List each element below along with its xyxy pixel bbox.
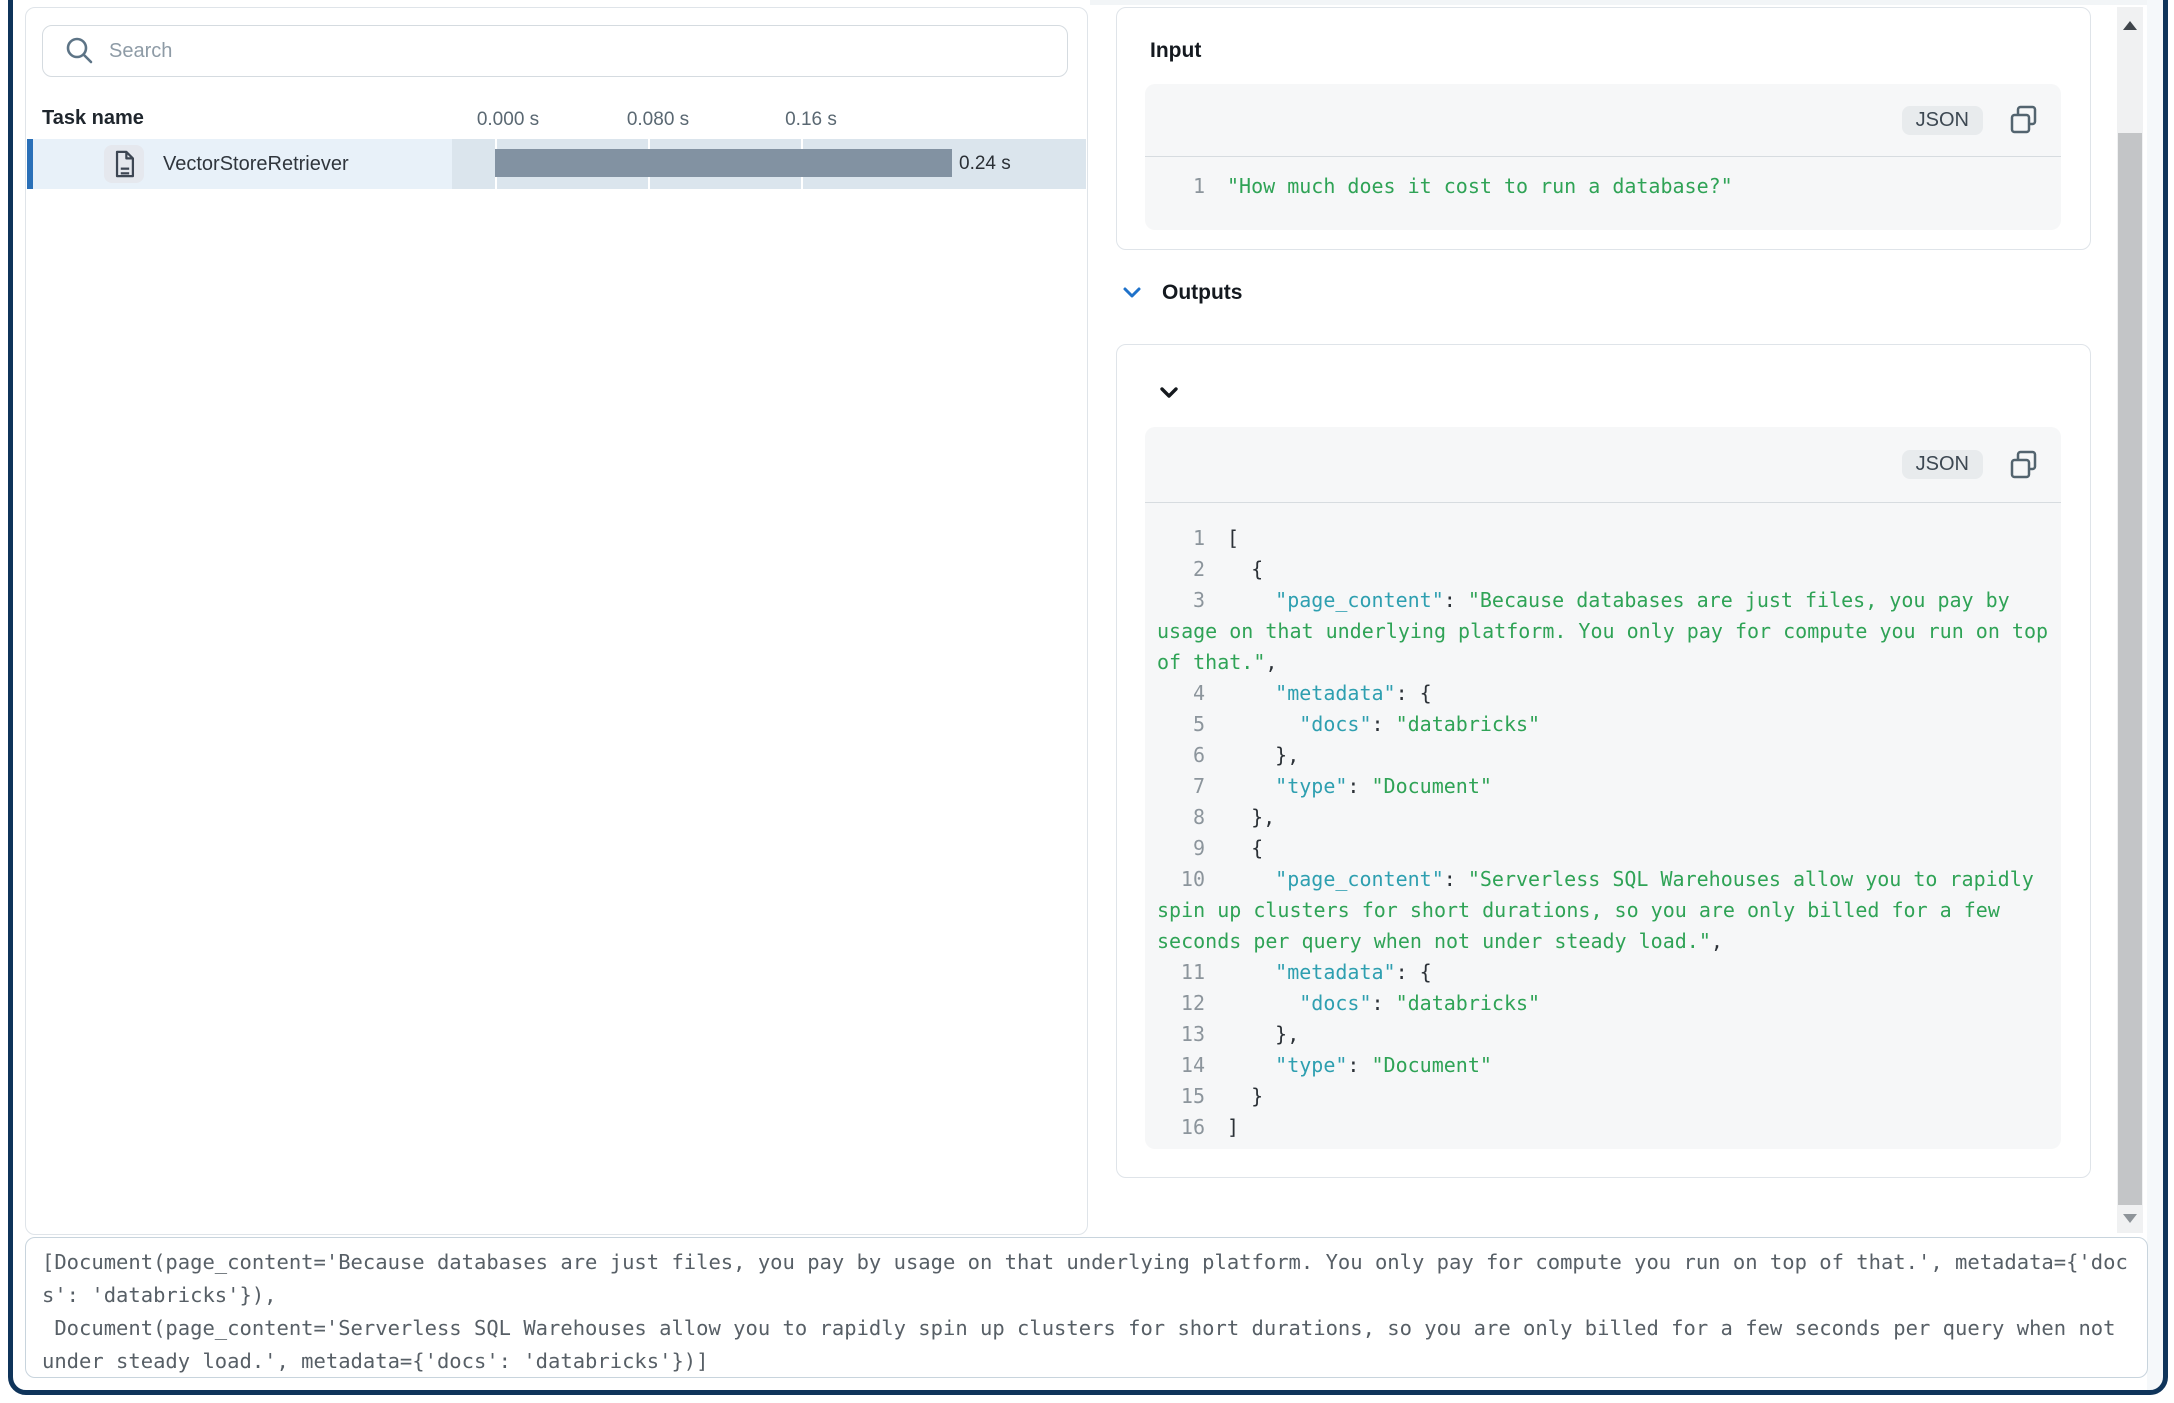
code-line: 2 { bbox=[1157, 554, 2061, 585]
outputs-code-lines: 1[2 {3 "page_content": "Because database… bbox=[1145, 503, 2061, 1143]
json-format-badge[interactable]: JSON bbox=[1902, 450, 1983, 479]
copy-icon bbox=[2009, 105, 2039, 135]
scrollbar-down-arrow[interactable] bbox=[2123, 1214, 2137, 1223]
vertical-scrollbar[interactable] bbox=[2117, 7, 2143, 1233]
span-duration-label: 0.24 s bbox=[959, 139, 1011, 189]
code-block-header: JSON bbox=[1145, 427, 2061, 502]
code-line: 16] bbox=[1157, 1112, 2061, 1143]
time-tick-1: 0.080 s bbox=[627, 109, 689, 131]
input-json-viewer: JSON 1"How much does it cost to run a da… bbox=[1145, 84, 2061, 230]
code-line: 12 "docs": "databricks" bbox=[1157, 988, 2061, 1019]
scrollbar-up-arrow[interactable] bbox=[2123, 21, 2137, 30]
time-tick-0: 0.000 s bbox=[477, 109, 539, 131]
copy-button[interactable] bbox=[2009, 450, 2039, 480]
copy-icon bbox=[2009, 450, 2039, 480]
code-line: 3 "page_content": "Because databases are… bbox=[1157, 585, 2061, 678]
outputs-section-card: JSON 1[2 {3 "page_content": "Because dat… bbox=[1116, 344, 2091, 1178]
code-line: 6 }, bbox=[1157, 740, 2061, 771]
outputs-section-title: Outputs bbox=[1162, 281, 1242, 305]
code-line: 8 }, bbox=[1157, 802, 2061, 833]
scrollbar-thumb[interactable] bbox=[2118, 133, 2142, 1205]
code-line: 10 "page_content": "Serverless SQL Wareh… bbox=[1157, 864, 2061, 957]
scroll-cut-band bbox=[1090, 0, 2147, 5]
raw-output-text: [Document(page_content='Because database… bbox=[42, 1246, 2131, 1378]
outputs-json-viewer: JSON 1[2 {3 "page_content": "Because dat… bbox=[1145, 427, 2061, 1149]
code-line: 15 } bbox=[1157, 1081, 2061, 1112]
span-timeline-panel: Task name 0.000 s 0.080 s 0.16 s VectorS… bbox=[25, 7, 1088, 1235]
collapse-chevron-icon[interactable] bbox=[1158, 385, 1180, 401]
code-line: 11 "metadata": { bbox=[1157, 957, 2061, 988]
code-line: 13 }, bbox=[1157, 1019, 2061, 1050]
time-tick-2: 0.16 s bbox=[785, 109, 837, 131]
code-line: 9 { bbox=[1157, 833, 2061, 864]
search-icon bbox=[65, 36, 95, 66]
trace-viewer: Task name 0.000 s 0.080 s 0.16 s VectorS… bbox=[0, 0, 2174, 1403]
task-name-column-header: Task name bbox=[42, 107, 144, 130]
document-icon bbox=[113, 150, 136, 178]
span-type-icon-box bbox=[104, 145, 144, 183]
copy-button[interactable] bbox=[2009, 105, 2039, 135]
raw-output-panel: [Document(page_content='Because database… bbox=[25, 1237, 2148, 1378]
panel-edge-strip bbox=[2147, 0, 2163, 1390]
input-section-card: Input JSON 1"How much does it cost to ru… bbox=[1116, 7, 2091, 250]
outputs-section-toggle[interactable]: Outputs bbox=[1122, 281, 1242, 305]
input-section-title: Input bbox=[1150, 39, 1201, 63]
code-line: 1"How much does it cost to run a databas… bbox=[1157, 171, 2061, 202]
input-code-lines: 1"How much does it cost to run a databas… bbox=[1145, 157, 2061, 202]
chevron-down-icon bbox=[1122, 286, 1142, 300]
code-line: 4 "metadata": { bbox=[1157, 678, 2061, 709]
search-input[interactable] bbox=[107, 39, 1067, 64]
span-duration-bar bbox=[495, 149, 952, 177]
selected-row-accent bbox=[27, 139, 33, 189]
json-format-badge[interactable]: JSON bbox=[1902, 106, 1983, 135]
code-line: 1[ bbox=[1157, 523, 2061, 554]
code-line: 5 "docs": "databricks" bbox=[1157, 709, 2061, 740]
search-box[interactable] bbox=[42, 25, 1068, 77]
code-block-header: JSON bbox=[1145, 84, 2061, 156]
code-line: 14 "type": "Document" bbox=[1157, 1050, 2061, 1081]
span-name: VectorStoreRetriever bbox=[163, 139, 349, 189]
span-row-vectorstoreretriever[interactable]: VectorStoreRetriever 0.24 s bbox=[27, 139, 1086, 189]
code-line: 7 "type": "Document" bbox=[1157, 771, 2061, 802]
